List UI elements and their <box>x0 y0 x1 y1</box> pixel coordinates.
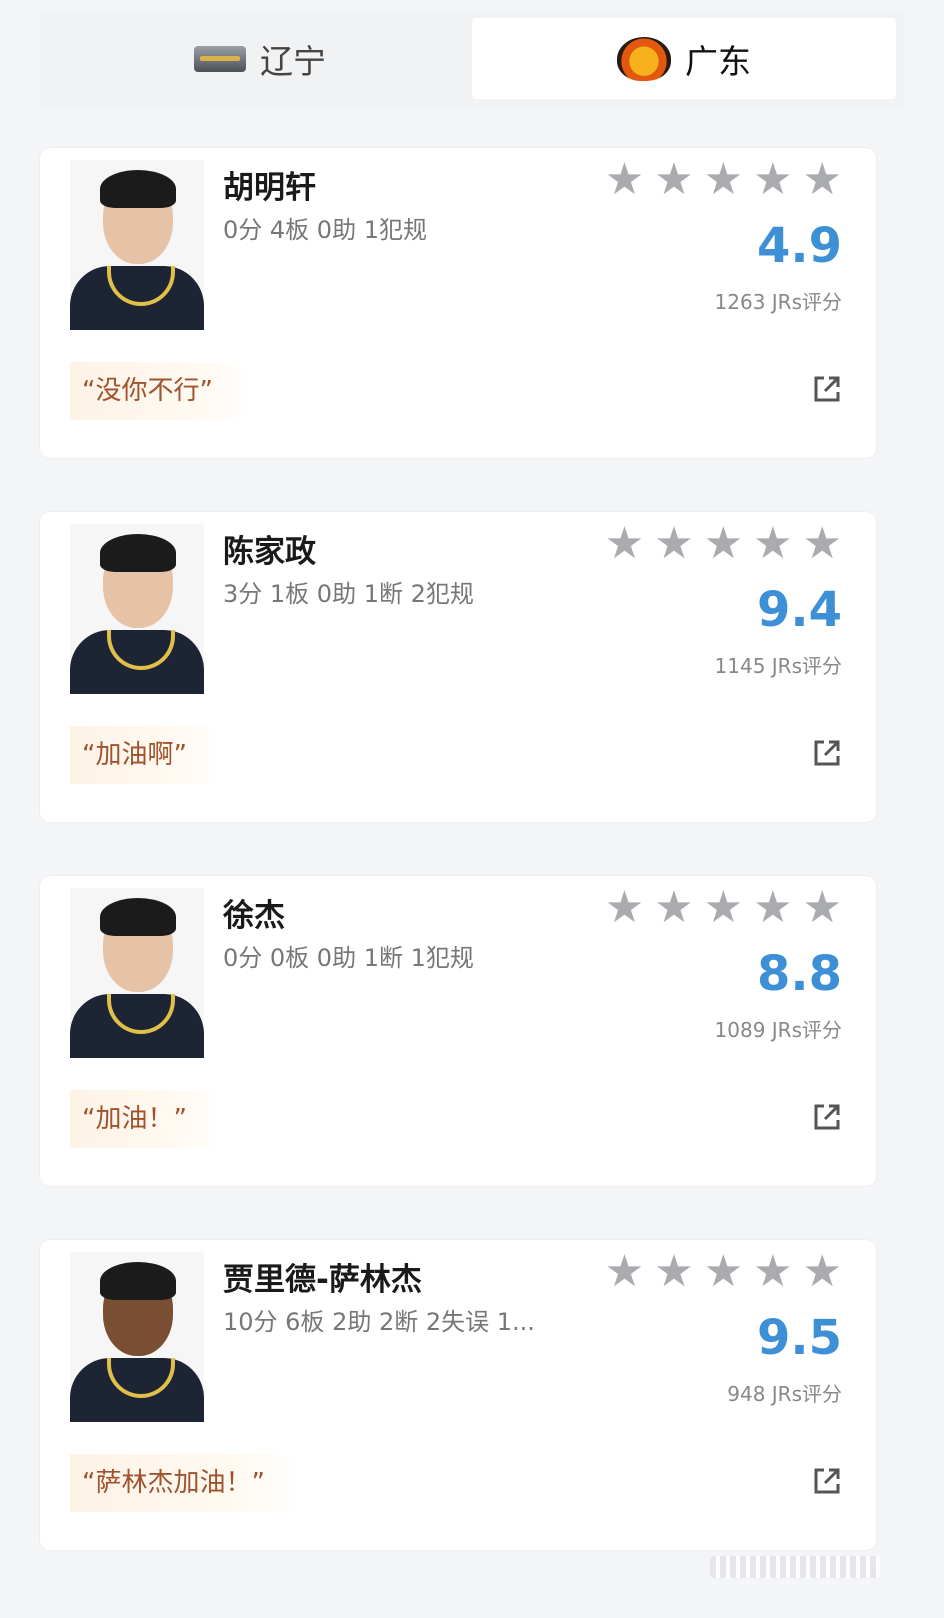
star-icon[interactable]: ★ <box>605 1250 644 1294</box>
star-icon[interactable]: ★ <box>753 158 792 202</box>
share-external-icon[interactable] <box>812 1466 842 1496</box>
player-card[interactable]: 胡明轩 0分 4板 0助 1犯规 ★ ★ ★ ★ ★ 4.9 1263 JRs评… <box>40 148 876 458</box>
rating-stars[interactable]: ★ ★ ★ ★ ★ <box>605 1250 842 1294</box>
star-icon[interactable]: ★ <box>704 1250 743 1294</box>
star-icon[interactable]: ★ <box>605 522 644 566</box>
top-comment[interactable]: “加油！” <box>70 1090 221 1148</box>
rating-count: 1263 JRs评分 <box>714 290 842 314</box>
star-icon[interactable]: ★ <box>605 158 644 202</box>
star-icon[interactable]: ★ <box>704 522 743 566</box>
home-indicator <box>710 1556 880 1578</box>
rating-count: 948 JRs评分 <box>727 1382 842 1406</box>
rating-stars[interactable]: ★ ★ ★ ★ ★ <box>605 158 842 202</box>
player-name: 徐杰 <box>223 898 285 934</box>
star-icon[interactable]: ★ <box>803 522 842 566</box>
player-score: 9.4 <box>756 582 842 638</box>
player-avatar <box>70 1252 204 1422</box>
player-avatar <box>70 888 204 1058</box>
guangdong-logo-icon <box>617 36 671 81</box>
star-icon[interactable]: ★ <box>803 1250 842 1294</box>
tab-label: 广东 <box>685 41 751 81</box>
star-icon[interactable]: ★ <box>654 886 693 930</box>
player-card[interactable]: 徐杰 0分 0板 0助 1断 1犯规 ★ ★ ★ ★ ★ 8.8 1089 JR… <box>40 876 876 1186</box>
star-icon[interactable]: ★ <box>654 158 693 202</box>
top-comment[interactable]: “加油啊” <box>70 726 221 784</box>
team-tabs: 辽宁 广东 <box>40 10 904 107</box>
star-icon[interactable]: ★ <box>753 886 792 930</box>
star-icon[interactable]: ★ <box>654 522 693 566</box>
player-score: 4.9 <box>756 218 842 274</box>
top-comment[interactable]: “萨林杰加油！” <box>70 1454 299 1512</box>
player-name: 陈家政 <box>223 534 316 570</box>
tab-guangdong[interactable]: 广东 <box>472 18 896 99</box>
player-stats: 0分 0板 0助 1断 1犯规 <box>223 944 474 972</box>
star-icon[interactable]: ★ <box>753 522 792 566</box>
player-stats: 0分 4板 0助 1犯规 <box>223 216 427 244</box>
rating-count: 1089 JRs评分 <box>714 1018 842 1042</box>
star-icon[interactable]: ★ <box>753 1250 792 1294</box>
player-score: 9.5 <box>756 1310 842 1366</box>
rating-stars[interactable]: ★ ★ ★ ★ ★ <box>605 522 842 566</box>
tab-label: 辽宁 <box>260 41 326 81</box>
star-icon[interactable]: ★ <box>605 886 644 930</box>
player-name: 胡明轩 <box>223 170 316 206</box>
player-card[interactable]: 陈家政 3分 1板 0助 1断 2犯规 ★ ★ ★ ★ ★ 9.4 1145 J… <box>40 512 876 822</box>
player-stats: 10分 6板 2助 2断 2失误 1... <box>223 1308 535 1336</box>
star-icon[interactable]: ★ <box>704 158 743 202</box>
star-icon[interactable]: ★ <box>803 158 842 202</box>
top-comment[interactable]: “没你不行” <box>70 362 247 420</box>
share-external-icon[interactable] <box>812 1102 842 1132</box>
player-avatar <box>70 160 204 330</box>
rating-count: 1145 JRs评分 <box>714 654 842 678</box>
rating-stars[interactable]: ★ ★ ★ ★ ★ <box>605 886 842 930</box>
player-card[interactable]: 贾里德-萨林杰 10分 6板 2助 2断 2失误 1... ★ ★ ★ ★ ★ … <box>40 1240 876 1550</box>
star-icon[interactable]: ★ <box>803 886 842 930</box>
share-external-icon[interactable] <box>812 374 842 404</box>
player-score: 8.8 <box>756 946 842 1002</box>
player-avatar <box>70 524 204 694</box>
player-name: 贾里德-萨林杰 <box>223 1262 422 1298</box>
star-icon[interactable]: ★ <box>654 1250 693 1294</box>
liaoning-logo-icon <box>194 45 246 72</box>
share-external-icon[interactable] <box>812 738 842 768</box>
star-icon[interactable]: ★ <box>704 886 743 930</box>
tab-liaoning[interactable]: 辽宁 <box>48 18 472 99</box>
player-stats: 3分 1板 0助 1断 2犯规 <box>223 580 474 608</box>
